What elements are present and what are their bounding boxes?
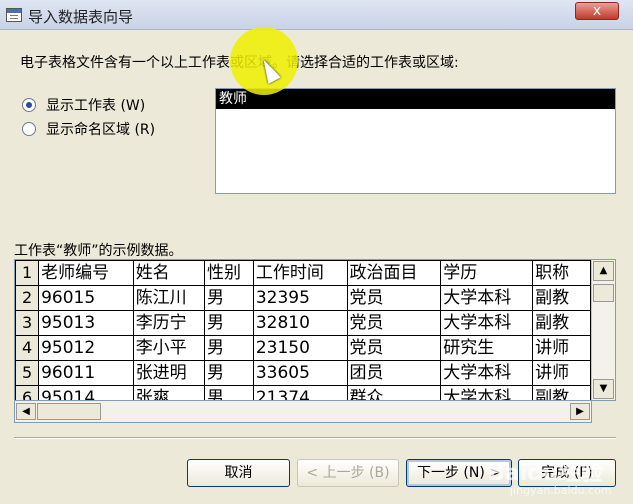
table-cell: 男 bbox=[203, 285, 254, 311]
table-cell: 32395 bbox=[252, 285, 348, 311]
scroll-right-icon[interactable]: ▶ bbox=[570, 403, 590, 420]
close-button[interactable]: x bbox=[575, 2, 619, 20]
table-cell: 男 bbox=[203, 310, 254, 336]
table-cell: 23150 bbox=[252, 335, 348, 361]
cancel-button[interactable]: 取消 bbox=[187, 459, 290, 487]
table-cell: 大学本科 bbox=[440, 360, 534, 386]
table-cell: 32810 bbox=[252, 310, 348, 336]
row-number: 2 bbox=[15, 285, 40, 311]
window-title: 导入数据表向导 bbox=[28, 8, 134, 26]
table-cell: 群众 bbox=[346, 385, 442, 400]
table-cell: 讲师 bbox=[532, 335, 591, 361]
scroll-down-icon[interactable]: ▼ bbox=[593, 379, 614, 399]
table-cell: 政治面目 bbox=[346, 260, 442, 286]
table-cell: 副教 bbox=[532, 385, 591, 400]
back-button[interactable]: < 上一步 (B) bbox=[297, 459, 399, 487]
table-cell: 大学本科 bbox=[440, 310, 534, 336]
table-cell: 讲师 bbox=[532, 360, 591, 386]
row-number: 1 bbox=[15, 260, 40, 286]
sample-data-label: 工作表“教师”的示例数据。 bbox=[14, 243, 183, 259]
horizontal-scrollbar[interactable]: ◀ ▶ bbox=[14, 401, 592, 423]
table-cell: 33605 bbox=[252, 360, 348, 386]
table-cell: 陈江川 bbox=[132, 285, 205, 311]
table-cell: 党员 bbox=[346, 335, 442, 361]
row-number: 3 bbox=[15, 310, 40, 336]
row-number: 6 bbox=[15, 385, 40, 400]
row-number: 4 bbox=[15, 335, 40, 361]
radio-button-checked[interactable] bbox=[22, 98, 36, 112]
watermark-logo: Baidu经验 bbox=[488, 461, 603, 486]
import-spreadsheet-wizard: 导入数据表向导 x 电子表格文件含有一个以上工作表或区域。请选择合适的工作表或区… bbox=[0, 0, 633, 504]
table-cell: 李小平 bbox=[132, 335, 205, 361]
table-cell: 男 bbox=[203, 335, 254, 361]
table-row: 6 95014 张爽男 21374 群众 大学本科 副教 bbox=[15, 385, 591, 400]
table-row: 3 95013 李历宁男 32810 党员 大学本科 副教 bbox=[15, 310, 591, 336]
radio-button[interactable] bbox=[22, 122, 36, 136]
separator bbox=[14, 437, 616, 439]
table-cell: 96015 bbox=[38, 285, 134, 311]
table-cell: 大学本科 bbox=[440, 385, 534, 400]
table-cell: 李历宁 bbox=[132, 310, 205, 336]
table-cell: 姓名 bbox=[132, 260, 205, 286]
table-cell: 张爽 bbox=[132, 385, 205, 400]
table-cell: 21374 bbox=[252, 385, 348, 400]
scroll-left-icon[interactable]: ◀ bbox=[16, 403, 36, 420]
table-cell: 95014 bbox=[38, 385, 134, 400]
table-row: 1 老师编号 姓名 性别 工作时间 政治面目 学历 职称 bbox=[15, 260, 591, 286]
watermark-url: jingyan.baidu.com bbox=[510, 484, 612, 497]
table-cell: 大学本科 bbox=[440, 285, 534, 311]
table-row: 5 96011 张进明男 33605 团员 大学本科 讲师 bbox=[15, 360, 591, 386]
table-cell: 老师编号 bbox=[38, 260, 134, 286]
grid-viewport: 1 老师编号 姓名 性别 工作时间 政治面目 学历 职称 2 96015 陈江川男 32395 党员 大学… bbox=[15, 260, 591, 400]
table-row: 4 95012 李小平男 23150 党员 研究生 讲师 bbox=[15, 335, 591, 361]
sample-data-table: 1 老师编号 姓名 性别 工作时间 政治面目 学历 职称 2 96015 陈江川男 32395 党员 大学… bbox=[15, 260, 591, 400]
horizontal-scroll-thumb[interactable] bbox=[37, 403, 101, 420]
table-cell: 研究生 bbox=[440, 335, 534, 361]
table-cell: 男 bbox=[203, 360, 254, 386]
table-cell: 性别 bbox=[203, 260, 254, 286]
table-cell: 党员 bbox=[346, 310, 442, 336]
table-cell: 职称 bbox=[532, 260, 591, 286]
table-cell: 男 bbox=[203, 385, 254, 400]
table-cell: 95012 bbox=[38, 335, 134, 361]
worksheet-list[interactable]: 教师 bbox=[215, 88, 616, 194]
table-cell: 工作时间 bbox=[252, 260, 348, 286]
show-named-ranges-label: 显示命名区域 (R) bbox=[46, 122, 156, 138]
table-icon bbox=[6, 8, 22, 22]
table-cell: 党员 bbox=[346, 285, 442, 311]
scroll-thumb[interactable] bbox=[593, 284, 614, 302]
row-number: 5 bbox=[15, 360, 40, 386]
table-row: 2 96015 陈江川男 32395 党员 大学本科 副教 bbox=[15, 285, 591, 311]
table-cell: 副教 bbox=[532, 285, 591, 311]
table-cell: 95013 bbox=[38, 310, 134, 336]
vertical-scrollbar[interactable]: ▲ ▼ bbox=[591, 260, 615, 400]
scroll-up-icon[interactable]: ▲ bbox=[593, 261, 614, 281]
table-cell: 张进明 bbox=[132, 360, 205, 386]
sample-data-grid: 1 老师编号 姓名 性别 工作时间 政治面目 学历 职称 2 96015 陈江川男 32395 党员 大学… bbox=[14, 259, 616, 401]
table-cell: 96011 bbox=[38, 360, 134, 386]
table-cell: 团员 bbox=[346, 360, 442, 386]
show-worksheets-label: 显示工作表 (W) bbox=[46, 98, 146, 114]
show-named-ranges-option[interactable]: 显示命名区域 (R) bbox=[22, 120, 155, 138]
table-cell: 副教 bbox=[532, 310, 591, 336]
table-cell: 学历 bbox=[440, 260, 534, 286]
title-bar: 导入数据表向导 x bbox=[0, 0, 633, 30]
show-worksheets-option[interactable]: 显示工作表 (W) bbox=[22, 96, 145, 114]
